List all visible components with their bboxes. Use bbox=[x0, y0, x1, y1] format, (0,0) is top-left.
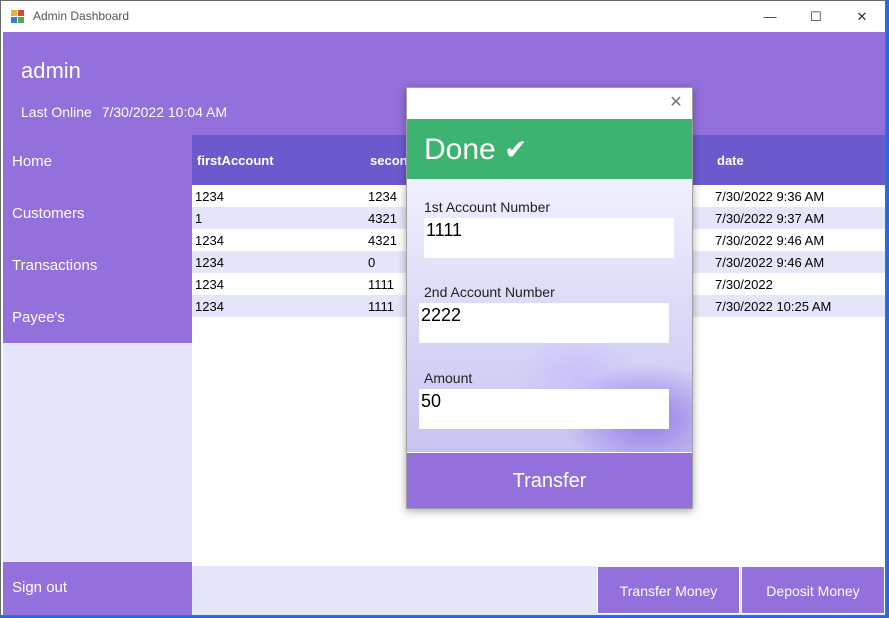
cell-first-account: 1234 bbox=[195, 299, 224, 314]
sidebar-spacer bbox=[3, 343, 192, 562]
column-header-date[interactable]: date bbox=[717, 153, 744, 168]
cell-first-account: 1234 bbox=[195, 255, 224, 270]
bottom-bar: Transfer Money Deposit Money bbox=[192, 566, 885, 615]
cell-second-account: 1111 bbox=[368, 277, 395, 292]
status-banner: Done ✔ bbox=[407, 119, 692, 179]
status-text: Done bbox=[424, 133, 496, 166]
app-icon bbox=[11, 10, 25, 24]
first-account-field[interactable]: 1111 bbox=[424, 218, 674, 258]
app-window: Admin Dashboard — ☐ ✕ admin Last Online … bbox=[0, 0, 886, 616]
sidebar-item-payees[interactable]: Payee's bbox=[12, 309, 65, 326]
cell-second-account: 0 bbox=[368, 255, 376, 270]
check-icon: ✔ bbox=[504, 134, 528, 165]
cell-date: 7/30/2022 bbox=[715, 277, 773, 292]
last-online-label: Last Online bbox=[21, 104, 92, 120]
transfer-money-button[interactable]: Transfer Money bbox=[597, 566, 740, 614]
column-header-first-account[interactable]: firstAccount bbox=[197, 153, 274, 168]
cell-date: 7/30/2022 9:46 AM bbox=[715, 255, 825, 270]
deposit-money-button[interactable]: Deposit Money bbox=[741, 566, 885, 614]
cell-first-account: 1234 bbox=[195, 233, 224, 248]
cell-date: 7/30/2022 9:37 AM bbox=[715, 211, 825, 226]
maximize-button[interactable]: ☐ bbox=[793, 1, 839, 32]
cell-second-account: 4321 bbox=[368, 211, 397, 226]
sidebar-item-customers[interactable]: Customers bbox=[12, 205, 85, 222]
dialog-close-button[interactable]: ✕ bbox=[666, 93, 686, 113]
transfer-form: 1st Account Number 1111 2nd Account Numb… bbox=[407, 179, 692, 452]
cell-second-account: 1111 bbox=[368, 299, 395, 314]
last-online: Last Online 7/30/2022 10:04 AM bbox=[21, 104, 233, 120]
sidebar-item-transactions[interactable]: Transactions bbox=[12, 257, 97, 274]
last-online-value: 7/30/2022 10:04 AM bbox=[101, 104, 228, 120]
cell-second-account: 4321 bbox=[368, 233, 397, 248]
transfer-dialog: ✕ Done ✔ 1st Account Number 1111 2nd Acc… bbox=[406, 87, 693, 509]
column-header-second-account[interactable]: secon bbox=[370, 153, 408, 168]
first-account-label: 1st Account Number bbox=[424, 199, 551, 215]
cell-first-account: 1234 bbox=[195, 277, 224, 292]
cell-first-account: 1234 bbox=[195, 189, 224, 204]
sidebar-item-home[interactable]: Home bbox=[12, 153, 52, 170]
title-bar[interactable]: Admin Dashboard — ☐ ✕ bbox=[1, 1, 885, 32]
user-name: admin bbox=[21, 58, 81, 83]
second-account-label: 2nd Account Number bbox=[424, 284, 555, 300]
cell-date: 7/30/2022 10:25 AM bbox=[715, 299, 832, 314]
cell-first-account: 1 bbox=[195, 211, 203, 226]
amount-field[interactable]: 50 bbox=[419, 389, 669, 429]
window-title: Admin Dashboard bbox=[33, 9, 130, 23]
sidebar: Home Customers Transactions Payee's bbox=[3, 135, 192, 343]
cell-second-account: 1234 bbox=[368, 189, 397, 204]
sign-out-button[interactable]: Sign out bbox=[3, 562, 192, 615]
cell-date: 7/30/2022 9:36 AM bbox=[715, 189, 825, 204]
minimize-button[interactable]: — bbox=[747, 1, 793, 32]
close-window-button[interactable]: ✕ bbox=[839, 1, 885, 32]
cell-date: 7/30/2022 9:46 AM bbox=[715, 233, 825, 248]
second-account-field[interactable]: 2222 bbox=[419, 303, 669, 343]
amount-label: Amount bbox=[424, 370, 473, 386]
transfer-button[interactable]: Transfer bbox=[407, 452, 692, 508]
sign-out-label: Sign out bbox=[12, 579, 68, 596]
